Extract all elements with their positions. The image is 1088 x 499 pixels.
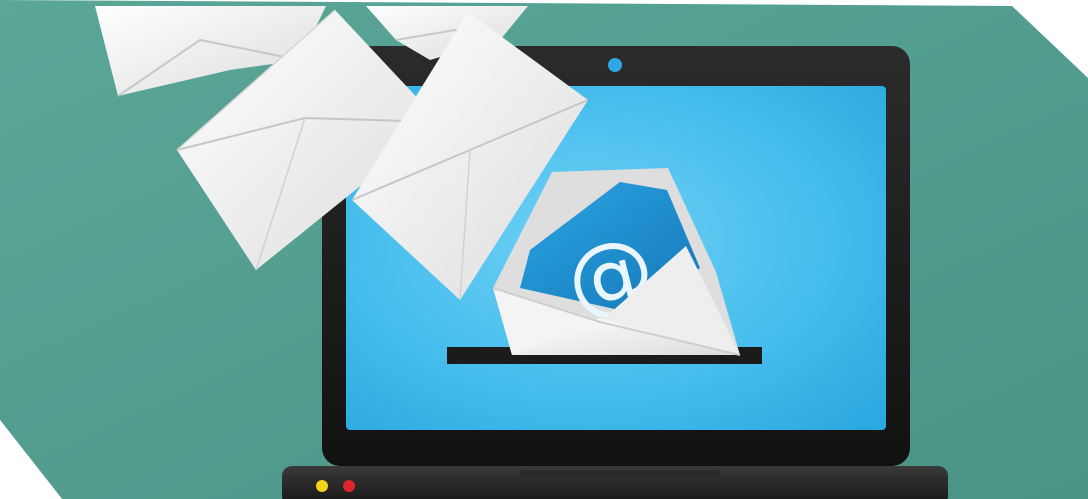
- indicator-light-yellow: [316, 480, 328, 492]
- webcam: [608, 58, 622, 72]
- indicator-light-red: [343, 480, 355, 492]
- illustration-canvas: @: [0, 0, 1088, 499]
- email-illustration: @: [0, 0, 1088, 499]
